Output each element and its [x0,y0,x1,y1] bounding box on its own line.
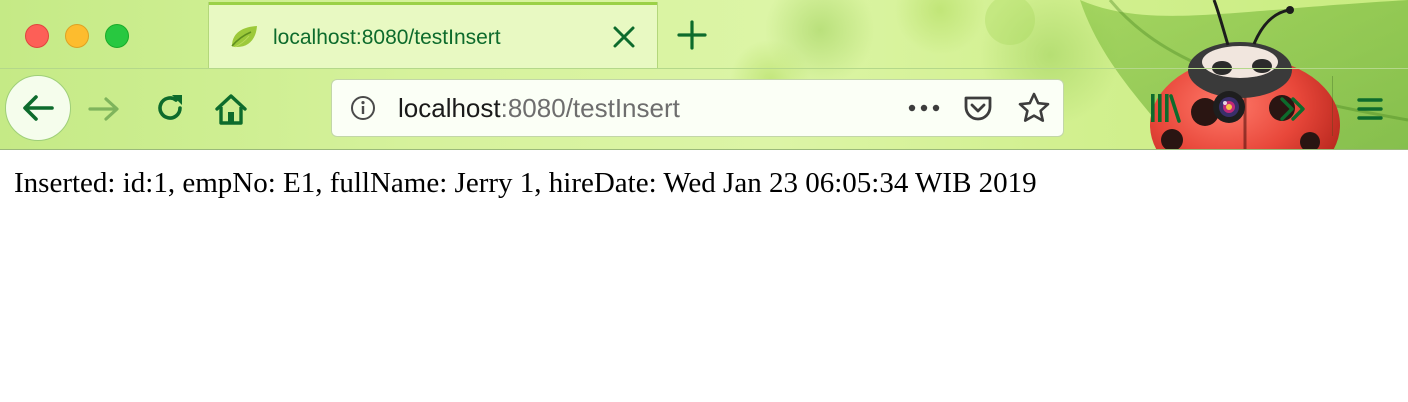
reload-icon[interactable] [152,90,188,126]
forward-arrow-icon[interactable] [86,91,122,127]
new-tab-icon[interactable] [675,18,709,52]
insert-result-text: Inserted: id:1, empNo: E1, fullName: Jer… [14,167,1037,199]
pocket-icon[interactable] [962,92,994,124]
back-button[interactable] [5,75,71,141]
star-icon[interactable] [1017,91,1051,125]
toolbar-separator [1332,76,1333,136]
camera-extension-icon[interactable] [1210,88,1248,126]
hamburger-menu-icon[interactable] [1355,94,1385,124]
more-actions-icon[interactable] [906,96,942,120]
browser-chrome: localhost:8080/testInsert localhost:8080… [0,0,1408,150]
page-content: Inserted: id:1, empNo: E1, fullName: Jer… [0,150,1408,402]
close-tab-icon[interactable] [609,22,639,52]
tab-active-indicator [209,2,657,5]
url-bar[interactable]: localhost:8080/testInsert [331,79,1064,137]
spring-leaf-icon [231,26,257,48]
window-close-button[interactable] [25,24,49,48]
tab-strip: localhost:8080/testInsert [0,0,1408,68]
overflow-chevron-icon[interactable] [1276,92,1310,126]
url-host: localhost [398,93,501,123]
tab-title: localhost:8080/testInsert [273,26,501,49]
info-icon[interactable] [350,95,376,121]
window-minimize-button[interactable] [65,24,89,48]
library-icon[interactable] [1148,90,1182,126]
url-path: :8080/testInsert [500,93,680,123]
back-arrow-icon [23,95,54,121]
url-text[interactable]: localhost:8080/testInsert [398,93,680,124]
home-icon[interactable] [212,90,250,128]
tab-active[interactable]: localhost:8080/testInsert [208,2,658,68]
window-maximize-button[interactable] [105,24,129,48]
toolbar-divider [0,68,1408,69]
navigation-toolbar: localhost:8080/testInsert [0,68,1408,150]
